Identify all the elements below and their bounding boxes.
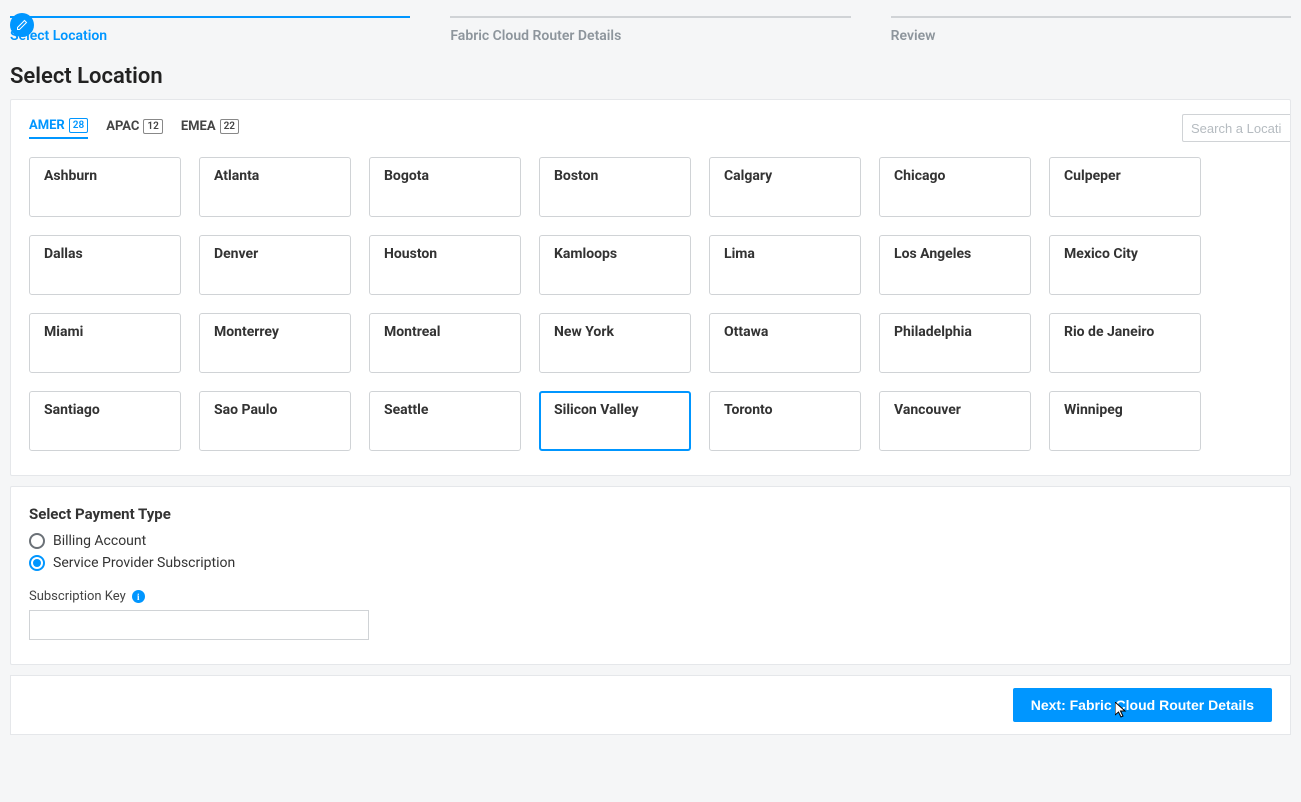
location-card[interactable]: Philadelphia [879,313,1031,373]
location-card[interactable]: Houston [369,235,521,295]
step-router-details[interactable]: Fabric Cloud Router Details [450,10,850,44]
location-card[interactable]: Mexico City [1049,235,1201,295]
location-grid: Ashburn Atlanta Bogota Boston Calgary Chicago… [29,157,1272,451]
location-card[interactable]: Winnipeg [1049,391,1201,451]
edit-icon [10,13,34,37]
payment-panel: Select Payment Type Billing Account Servi… [10,486,1291,665]
payment-option-label: Billing Account [53,533,146,549]
location-card[interactable]: Monterrey [199,313,351,373]
tab-count-badge: 22 [220,119,239,134]
subscription-key-input[interactable] [29,610,369,640]
location-card[interactable]: Denver [199,235,351,295]
step-label: Select Location [10,28,410,44]
location-card[interactable]: Calgary [709,157,861,217]
location-card[interactable]: Seattle [369,391,521,451]
step-bar [10,16,410,18]
location-card[interactable]: Toronto [709,391,861,451]
tab-label: APAC [106,119,139,134]
location-card[interactable]: Ottawa [709,313,861,373]
location-card[interactable]: Bogota [369,157,521,217]
step-bar [891,16,1291,18]
footer-bar: Next: Fabric Cloud Router Details [10,675,1291,735]
location-card[interactable]: Vancouver [879,391,1031,451]
location-card[interactable]: Miami [29,313,181,373]
location-card[interactable]: Boston [539,157,691,217]
location-card[interactable]: Lima [709,235,861,295]
location-panel: AMER 28 APAC 12 EMEA 22 Ashburn Atlanta Bogota B… [10,99,1291,476]
tab-label: EMEA [181,119,216,134]
region-tabs: AMER 28 APAC 12 EMEA 22 [29,118,1272,139]
location-card[interactable]: Atlanta [199,157,351,217]
subscription-key-label: Subscription Key i [29,589,1272,604]
step-select-location[interactable]: Select Location [10,10,410,44]
step-review[interactable]: Review [891,10,1291,44]
tab-count-badge: 28 [69,118,88,133]
payment-option[interactable]: Billing Account [29,533,1272,549]
location-card[interactable]: Chicago [879,157,1031,217]
next-button[interactable]: Next: Fabric Cloud Router Details [1013,688,1272,722]
cursor-icon [1115,702,1129,721]
tab-label: AMER [29,118,65,133]
step-bar [450,16,850,18]
location-card[interactable]: Ashburn [29,157,181,217]
location-card[interactable]: Kamloops [539,235,691,295]
location-card[interactable]: New York [539,313,691,373]
location-card[interactable]: Sao Paulo [199,391,351,451]
tab-emea[interactable]: EMEA 22 [181,119,239,138]
location-card[interactable]: Los Angeles [879,235,1031,295]
payment-option-label: Service Provider Subscription [53,555,235,571]
location-card[interactable]: Montreal [369,313,521,373]
location-card[interactable]: Santiago [29,391,181,451]
search-input[interactable] [1182,114,1290,142]
stepper: Select Location Fabric Cloud Router Deta… [0,0,1301,44]
page-title: Select Location [0,44,1301,99]
step-label: Fabric Cloud Router Details [450,28,850,44]
search-location[interactable] [1182,114,1290,142]
payment-option[interactable]: Service Provider Subscription [29,555,1272,571]
payment-heading: Select Payment Type [29,505,1272,523]
step-label: Review [891,28,1291,44]
location-card[interactable]: Silicon Valley [539,391,691,451]
tab-amer[interactable]: AMER 28 [29,118,88,139]
location-card[interactable]: Rio de Janeiro [1049,313,1201,373]
radio-icon[interactable] [29,533,45,549]
tab-apac[interactable]: APAC 12 [106,119,163,138]
radio-icon[interactable] [29,555,45,571]
location-card[interactable]: Culpeper [1049,157,1201,217]
location-card[interactable]: Dallas [29,235,181,295]
info-icon[interactable]: i [132,590,145,603]
tab-count-badge: 12 [143,119,162,134]
